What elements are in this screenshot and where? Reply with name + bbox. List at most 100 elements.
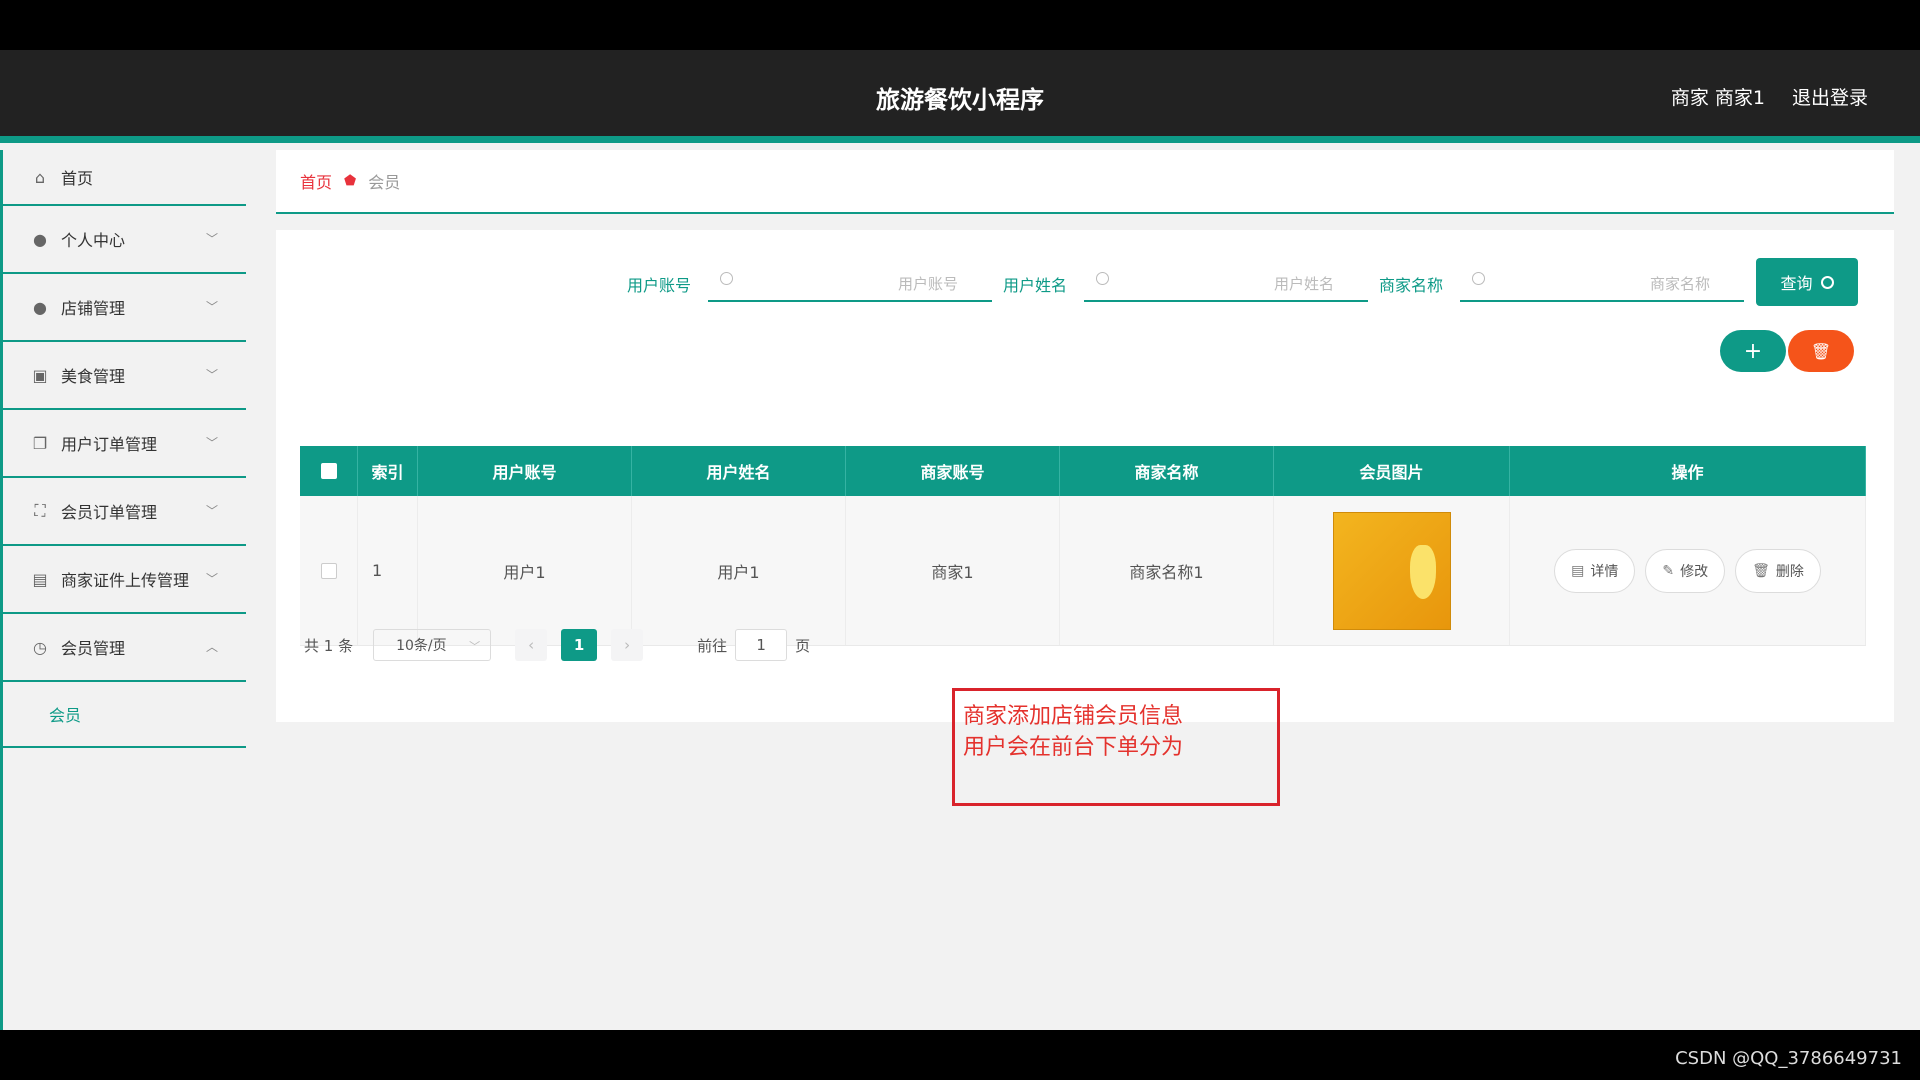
- delete-label: 删除: [1775, 563, 1804, 580]
- select-all-checkbox-cell[interactable]: [300, 446, 358, 496]
- sidebar-item-label: 店铺管理: [61, 299, 126, 318]
- search-input-merchant[interactable]: 商家名称: [1460, 262, 1744, 302]
- sidebar-item-member-management[interactable]: ◷ 会员管理 ︿: [3, 614, 246, 682]
- query-button[interactable]: 查询: [1756, 258, 1858, 306]
- cell-actions: ▤ 详情 ✎ 修改 🗑 删除: [1510, 496, 1866, 645]
- sidebar-subitem-member[interactable]: 会员: [3, 682, 246, 748]
- next-page-button[interactable]: ›: [611, 629, 644, 661]
- cell-user-account: 用户1: [418, 496, 632, 645]
- search-icon: [1472, 272, 1485, 285]
- copy-icon: ❐: [32, 433, 48, 453]
- detail-label: 详情: [1590, 563, 1619, 580]
- search-placeholder: 用户账号: [897, 275, 958, 293]
- watermark: CSDN @QQ_3786649731: [1675, 1048, 1902, 1069]
- app-window: 旅游餐饮小程序 商家 商家1 退出登录 ⌂ 首页 ● 个人中心 ﹀ ● 店铺管理…: [0, 50, 1920, 1030]
- briefcase-icon: ▤: [32, 569, 48, 589]
- prev-page-button[interactable]: ‹: [515, 629, 548, 661]
- detail-button[interactable]: ▤ 详情: [1554, 548, 1636, 593]
- table-header: 索引 用户账号 用户姓名 商家账号 商家名称 会员图片 操作: [300, 446, 1866, 496]
- column-header: 用户姓名: [632, 446, 846, 496]
- header-bar: 旅游餐饮小程序 商家 商家1 退出登录: [0, 50, 1920, 143]
- document-icon: ▤: [1571, 562, 1585, 579]
- column-header: 索引: [358, 446, 418, 496]
- column-header: 用户账号: [418, 446, 632, 496]
- cell-merchant-account: 商家1: [846, 496, 1060, 645]
- page-size-select[interactable]: 10条/页 ﹀: [373, 629, 492, 661]
- column-header: 商家名称: [1060, 446, 1274, 496]
- chevron-down-icon: ﹀: [205, 368, 218, 382]
- chevron-left-icon: ‹: [528, 636, 535, 654]
- page-number-button[interactable]: 1: [561, 629, 598, 661]
- delete-button[interactable]: 🗑 删除: [1735, 548, 1821, 593]
- breadcrumb: 首页 ⬟ 会员: [276, 150, 1894, 214]
- breadcrumb-current: 会员: [368, 173, 401, 192]
- sidebar-item-shop-management[interactable]: ● 店铺管理 ﹀: [3, 274, 246, 342]
- pagination-total: 共 1 条: [304, 636, 354, 655]
- sidebar-item-license-upload[interactable]: ▤ 商家证件上传管理 ﹀: [3, 546, 246, 614]
- search-icon: [1096, 272, 1109, 285]
- search-placeholder: 商家名称: [1649, 275, 1710, 293]
- screen-letterbox-top: [0, 0, 1920, 50]
- search-icon: [1820, 275, 1834, 289]
- breadcrumb-separator-icon: ⬟: [344, 173, 357, 189]
- user-icon: ●: [33, 229, 47, 249]
- batch-delete-button[interactable]: 🗑: [1788, 330, 1854, 372]
- search-icon: [720, 272, 733, 285]
- search-input-name[interactable]: 用户姓名: [1084, 262, 1368, 302]
- chevron-up-icon: ︿: [205, 640, 218, 654]
- table-row: 1 用户1 用户1 商家1 商家名称1 ▤ 详情 ✎ 修改 🗑 删除: [300, 496, 1866, 646]
- pagination: 共 1 条 10条/页 ﹀ ‹ 1 › 前往 1 页: [300, 628, 810, 662]
- cell-member-image: [1274, 496, 1510, 645]
- member-table: 索引 用户账号 用户姓名 商家账号 商家名称 会员图片 操作 1 用户1 用户1…: [300, 446, 1866, 646]
- cell-merchant-name: 商家名称1: [1060, 496, 1274, 645]
- search-input-account[interactable]: 用户账号: [708, 262, 992, 302]
- sidebar-item-label: 个人中心: [61, 231, 126, 250]
- member-panel: 用户账号 用户账号 用户姓名 用户姓名 商家名称 商家名称 查询 + 🗑 索引 …: [276, 230, 1894, 722]
- sidebar-item-home[interactable]: ⌂ 首页: [3, 150, 246, 206]
- edit-label: 修改: [1680, 563, 1709, 580]
- search-label-merchant: 商家名称: [1379, 276, 1444, 295]
- sidebar-item-personal-center[interactable]: ● 个人中心 ﹀: [3, 206, 246, 274]
- chevron-right-icon: ›: [624, 636, 631, 654]
- app-title: 旅游餐饮小程序: [876, 86, 1044, 114]
- durian-illustration: [1409, 544, 1436, 599]
- member-image[interactable]: [1332, 511, 1451, 630]
- query-button-label: 查询: [1780, 274, 1813, 293]
- column-header: 操作: [1510, 446, 1866, 496]
- goto-label: 前往: [697, 636, 728, 655]
- trash-icon: 🗑: [1810, 341, 1832, 361]
- screen-letterbox-bottom: [0, 1030, 1920, 1080]
- plus-icon: +: [1743, 338, 1763, 364]
- row-checkbox[interactable]: [320, 562, 337, 579]
- annotation-box: 商家添加店铺会员信息 用户会在前台下单分为: [952, 688, 1280, 806]
- trash-icon: 🗑: [1752, 562, 1770, 579]
- user-icon: ●: [33, 297, 47, 317]
- expand-icon: ⛶: [34, 501, 46, 520]
- chevron-down-icon: ﹀: [469, 640, 481, 653]
- sidebar-item-label: 美食管理: [61, 367, 126, 386]
- sidebar-item-member-orders[interactable]: ⛶ 会员订单管理 ﹀: [3, 478, 246, 546]
- breadcrumb-home[interactable]: 首页: [300, 169, 332, 193]
- current-user: 商家 商家1: [1670, 87, 1765, 109]
- sidebar: ⌂ 首页 ● 个人中心 ﹀ ● 店铺管理 ﹀ ▣ 美食管理 ﹀ ❐ 用户订单管理…: [0, 150, 246, 1030]
- chevron-down-icon: ﹀: [205, 436, 218, 450]
- page-size-value: 10条/页: [396, 638, 447, 654]
- logout-link[interactable]: 退出登录: [1792, 83, 1868, 110]
- sidebar-item-user-orders[interactable]: ❐ 用户订单管理 ﹀: [3, 410, 246, 478]
- sidebar-item-label: 首页: [61, 169, 94, 188]
- goto-page-input[interactable]: 1: [735, 629, 788, 661]
- sidebar-item-label: 商家证件上传管理: [61, 571, 190, 590]
- edit-button[interactable]: ✎ 修改: [1645, 548, 1726, 593]
- clipboard-icon: ▣: [32, 365, 48, 385]
- search-placeholder: 用户姓名: [1273, 275, 1334, 293]
- chevron-down-icon: ﹀: [205, 300, 218, 314]
- row-checkbox-cell: [300, 496, 358, 645]
- search-label-account: 用户账号: [627, 276, 692, 295]
- sidebar-item-label: 用户订单管理: [61, 435, 158, 454]
- select-all-checkbox[interactable]: [320, 463, 337, 479]
- chevron-down-icon: ﹀: [205, 232, 218, 246]
- add-button[interactable]: +: [1720, 330, 1786, 372]
- home-icon: ⌂: [34, 167, 46, 187]
- column-header: 商家账号: [846, 446, 1060, 496]
- sidebar-item-food-management[interactable]: ▣ 美食管理 ﹀: [3, 342, 246, 410]
